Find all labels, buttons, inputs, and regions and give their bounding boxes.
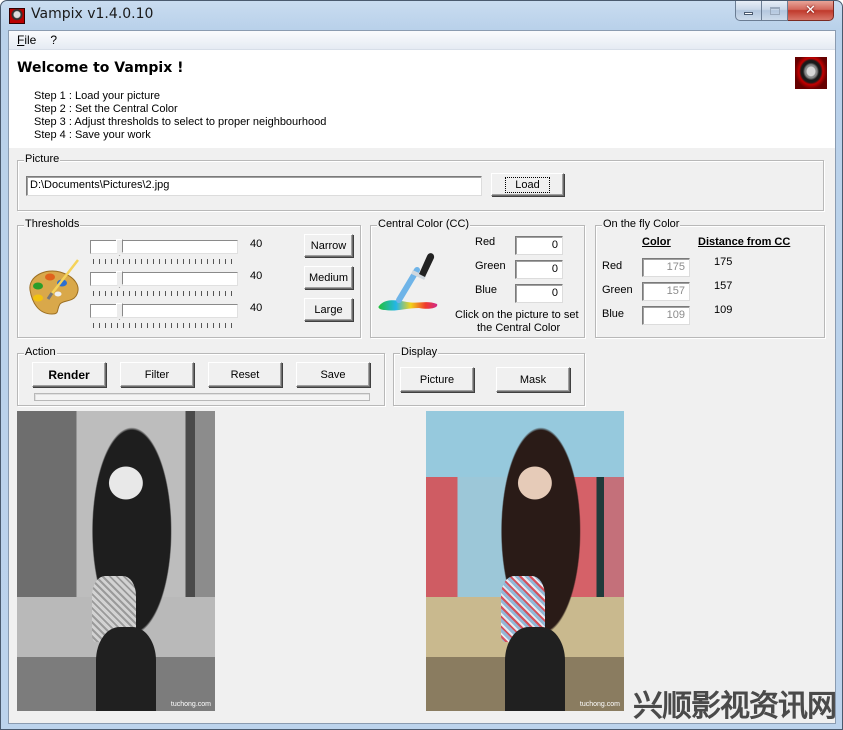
central-color-group: Central Color (CC) Red Green Blue 0 0 0 … [370,218,585,338]
close-icon: ✕ [805,3,816,18]
slider-track [90,304,238,318]
otf-red-label: Red [602,260,623,272]
thresholds-group: Thresholds 40 40 40 Narrow Medium Large [17,218,361,338]
cc-hint-line-1: Click on the picture to set [455,309,579,321]
welcome-panel: Welcome to Vampix ! Step 1 : Load your p… [9,50,835,148]
slider-ticks [93,259,237,264]
render-progress-bar [34,393,370,401]
cc-red-input[interactable]: 0 [515,236,563,255]
picture-path-input[interactable]: D:\Documents\Pictures\2.jpg [26,176,482,196]
otf-blue-label: Blue [602,308,625,320]
rendered-image[interactable]: tuchong.com [17,411,215,711]
step-2: Step 2 : Set the Central Color [34,103,178,115]
on-the-fly-group-label: On the fly Color [602,218,681,230]
picture-group: Picture D:\Documents\Pictures\2.jpg Load [17,153,824,211]
client-area: File ? Welcome to Vampix ! Step 1 : Load… [8,30,836,724]
watermark-text: 兴顺影视资讯网 [633,689,837,724]
vampire-logo-icon [795,57,827,89]
save-button[interactable]: Save [296,362,370,387]
display-group: Display Picture Mask [393,346,585,406]
cc-hint-line-2: the Central Color [477,322,561,334]
display-group-label: Display [400,346,439,358]
action-group-label: Action [24,346,57,358]
source-image-legs [505,627,565,711]
step-4: Step 4 : Save your work [34,129,151,141]
cc-red-label: Red [475,236,496,248]
distance-blue: 109 [714,304,733,316]
rendered-image-legs [96,627,156,711]
welcome-title: Welcome to Vampix ! [17,60,184,76]
steps-list: Step 1 : Load your picture Step 2 : Set … [34,90,326,142]
menu-bar: File ? [9,31,835,50]
threshold-value-3: 40 [250,302,263,314]
maximize-icon [769,6,780,15]
source-image-caption: tuchong.com [579,701,620,708]
eyedropper-icon [378,253,438,311]
threshold-slider-2[interactable] [90,271,238,300]
reset-button[interactable]: Reset [208,362,282,387]
otf-blue-value: 109 [642,306,690,325]
title-bar[interactable]: Vampix v1.4.0.10 ✕ [1,1,842,29]
menu-file-rest: ile [24,33,37,47]
mask-display-button[interactable]: Mask [496,367,570,392]
picture-display-button[interactable]: Picture [400,367,474,392]
palette-icon [29,259,79,315]
menu-help[interactable]: ? [44,33,65,47]
on-the-fly-group: On the fly Color Color Distance from CC … [595,218,825,338]
minimize-icon [744,12,753,15]
action-group: Action Render Filter Reset Save [17,346,385,406]
otf-green-value: 157 [642,282,690,301]
cc-green-label: Green [475,260,506,272]
app-window: Vampix v1.4.0.10 ✕ File ? Welcome to Vam… [0,0,843,730]
picture-group-label: Picture [24,153,61,165]
color-column-header: Color [642,236,671,248]
threshold-value-2: 40 [250,270,263,282]
window-title: Vampix v1.4.0.10 [31,6,154,22]
slider-ticks [93,291,237,296]
cc-blue-input[interactable]: 0 [515,284,563,303]
distance-column-header: Distance from CC [698,236,791,248]
slider-track [90,272,238,286]
threshold-value-1: 40 [250,238,263,250]
otf-green-label: Green [602,284,633,296]
vampire-app-icon[interactable] [9,8,25,24]
step-3: Step 3 : Adjust thresholds to select to … [34,116,327,128]
menu-file[interactable]: File [15,33,44,47]
maximize-button[interactable] [762,1,788,21]
threshold-slider-1[interactable] [90,239,238,268]
medium-button[interactable]: Medium [304,266,353,289]
slider-track [90,240,238,254]
distance-green: 157 [714,280,733,292]
distance-red: 175 [714,256,733,268]
central-color-group-label: Central Color (CC) [377,218,471,230]
thresholds-group-label: Thresholds [24,218,81,230]
render-button[interactable]: Render [32,362,106,387]
otf-red-value: 175 [642,258,690,277]
caption-buttons: ✕ [735,1,834,21]
close-button[interactable]: ✕ [788,1,834,21]
source-image[interactable]: tuchong.com [426,411,624,711]
minimize-button[interactable] [735,1,762,21]
cc-blue-label: Blue [475,284,498,296]
filter-button[interactable]: Filter [120,362,194,387]
cc-green-input[interactable]: 0 [515,260,563,279]
load-button-label: Load [505,176,550,193]
threshold-slider-3[interactable] [90,303,238,332]
rendered-image-caption: tuchong.com [170,701,211,708]
slider-ticks [93,323,237,328]
load-button[interactable]: Load [491,173,564,196]
large-button[interactable]: Large [304,298,353,321]
narrow-button[interactable]: Narrow [304,234,353,257]
step-1: Step 1 : Load your picture [34,90,160,102]
